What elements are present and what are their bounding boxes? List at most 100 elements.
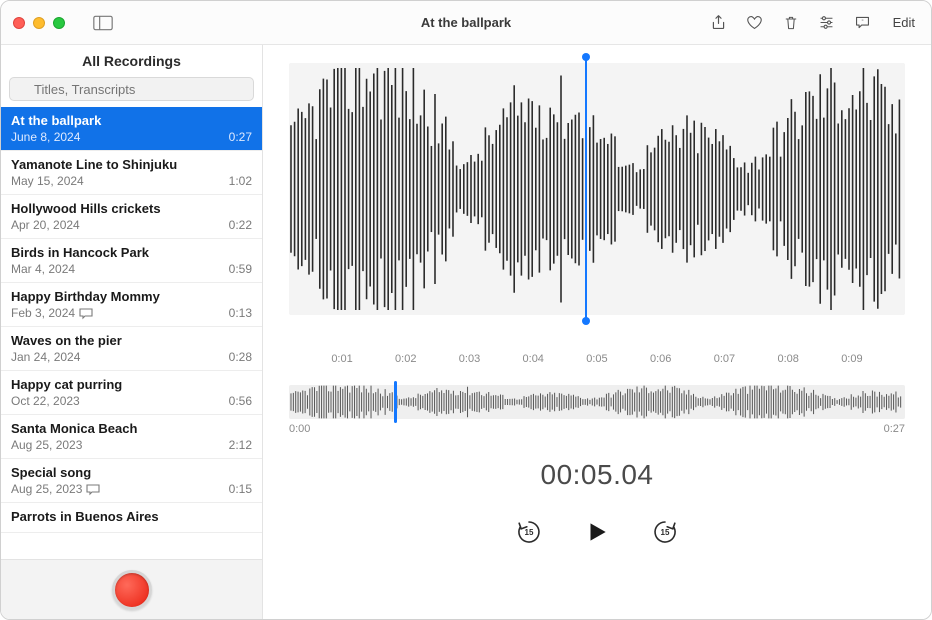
skip-forward-button[interactable]: 15 bbox=[650, 517, 680, 547]
sidebar-toggle-button[interactable] bbox=[91, 13, 115, 33]
play-icon bbox=[584, 519, 610, 545]
sidebar-icon bbox=[93, 15, 113, 31]
recording-title: At the ballpark bbox=[11, 113, 252, 128]
recording-item[interactable]: Hollywood Hills crickets Apr 20, 2024 0:22 bbox=[1, 195, 262, 239]
recording-title: Parrots in Buenos Aires bbox=[11, 509, 252, 524]
recording-title: Special song bbox=[11, 465, 252, 480]
record-button[interactable] bbox=[112, 570, 152, 610]
recording-duration: 0:22 bbox=[229, 218, 252, 232]
recording-title: Santa Monica Beach bbox=[11, 421, 252, 436]
settings-button[interactable] bbox=[817, 13, 837, 33]
record-bar bbox=[1, 559, 262, 619]
skip-back-button[interactable]: 15 bbox=[514, 517, 544, 547]
recording-date: May 15, 2024 bbox=[11, 174, 84, 188]
overview-end-label: 0:27 bbox=[884, 423, 905, 435]
editor-panel: 0:01 0:02 0:03 0:04 0:05 0:06 0:07 0:08 0:09 0:0… bbox=[263, 45, 931, 619]
recording-meta: Aug 25, 2023 0:15 bbox=[11, 482, 252, 496]
skip-forward-seconds: 15 bbox=[650, 528, 680, 537]
timeline-tick: 0:05 bbox=[586, 353, 607, 365]
recording-date: Aug 25, 2023 bbox=[11, 482, 100, 496]
recording-meta: Apr 20, 2024 0:22 bbox=[11, 218, 252, 232]
sidebar: All Recordings At the ballpark June 8, 20… bbox=[1, 45, 263, 619]
sliders-icon bbox=[818, 14, 835, 31]
playhead-overview[interactable] bbox=[394, 381, 397, 423]
fullscreen-window-button[interactable] bbox=[53, 17, 65, 29]
timeline-tick: 0:09 bbox=[841, 353, 862, 365]
speech-bubble-icon: " bbox=[854, 14, 871, 31]
window-controls bbox=[13, 17, 83, 29]
minimize-window-button[interactable] bbox=[33, 17, 45, 29]
search-wrap bbox=[1, 77, 262, 107]
heart-icon bbox=[746, 14, 763, 31]
recording-date: Oct 22, 2023 bbox=[11, 394, 80, 408]
playhead-large[interactable] bbox=[585, 57, 587, 321]
recording-duration: 0:27 bbox=[229, 130, 252, 144]
recording-duration: 1:02 bbox=[229, 174, 252, 188]
recording-meta: Jan 24, 20240:28 bbox=[11, 350, 252, 364]
transcript-button[interactable]: " bbox=[853, 13, 873, 33]
recording-meta: June 8, 2024 0:27 bbox=[11, 130, 252, 144]
timecode-display: 00:05.04 bbox=[263, 459, 931, 491]
trash-icon bbox=[783, 15, 799, 31]
transcript-badge-icon bbox=[86, 484, 100, 496]
toolbar: " Edit bbox=[709, 13, 919, 33]
timeline-tick: 0:01 bbox=[331, 353, 352, 365]
waveform-overview-container bbox=[289, 385, 905, 419]
recording-meta: Oct 22, 2023 0:56 bbox=[11, 394, 252, 408]
recording-duration: 0:15 bbox=[229, 482, 252, 496]
favorite-button[interactable] bbox=[745, 13, 765, 33]
recording-meta: Mar 4, 2024 0:59 bbox=[11, 262, 252, 276]
close-window-button[interactable] bbox=[13, 17, 25, 29]
timeline-tick: 0:04 bbox=[523, 353, 544, 365]
timeline-tick: 0:03 bbox=[459, 353, 480, 365]
waveform-overview[interactable] bbox=[289, 385, 905, 419]
recording-title: Happy Birthday Mommy bbox=[11, 289, 252, 304]
body: All Recordings At the ballpark June 8, 20… bbox=[1, 45, 931, 619]
timeline-tick: 0:07 bbox=[714, 353, 735, 365]
recording-item[interactable]: Parrots in Buenos Aires bbox=[1, 503, 262, 533]
recording-item[interactable]: Santa Monica Beach Aug 25, 20232:12 bbox=[1, 415, 262, 459]
timeline-tick: 0:08 bbox=[777, 353, 798, 365]
share-button[interactable] bbox=[709, 13, 729, 33]
recording-date: June 8, 2024 bbox=[11, 130, 80, 144]
recording-date: Feb 3, 2024 bbox=[11, 306, 93, 320]
titlebar: At the ballpark " Edit bbox=[1, 1, 931, 45]
recording-duration: 0:56 bbox=[229, 394, 252, 408]
share-icon bbox=[710, 14, 727, 31]
recording-title: Happy cat purring bbox=[11, 377, 252, 392]
recording-item[interactable]: Waves on the pier Jan 24, 20240:28 bbox=[1, 327, 262, 371]
waveform-large-container bbox=[263, 45, 931, 347]
recording-item[interactable]: Happy Birthday Mommy Feb 3, 2024 0:13 bbox=[1, 283, 262, 327]
recording-item[interactable]: At the ballpark June 8, 2024 0:27 bbox=[1, 107, 262, 151]
recording-title: Waves on the pier bbox=[11, 333, 252, 348]
recording-title: Yamanote Line to Shinjuku bbox=[11, 157, 252, 172]
recording-item[interactable]: Happy cat purring Oct 22, 2023 0:56 bbox=[1, 371, 262, 415]
edit-button[interactable]: Edit bbox=[889, 15, 919, 30]
recording-duration: 0:13 bbox=[229, 306, 252, 320]
play-button[interactable] bbox=[580, 515, 614, 549]
recording-meta: Aug 25, 20232:12 bbox=[11, 438, 252, 452]
waveform-large[interactable] bbox=[289, 63, 905, 315]
timeline-tick: 0:06 bbox=[650, 353, 671, 365]
svg-text:": " bbox=[862, 19, 864, 25]
recordings-list: At the ballpark June 8, 2024 0:27 Yamanote … bbox=[1, 107, 262, 559]
recording-date: Apr 20, 2024 bbox=[11, 218, 80, 232]
timeline-overview: 0:00 0:27 bbox=[289, 423, 905, 435]
recording-meta: Feb 3, 2024 0:13 bbox=[11, 306, 252, 320]
recording-date: Mar 4, 2024 bbox=[11, 262, 75, 276]
sidebar-header: All Recordings bbox=[1, 45, 262, 77]
recording-item[interactable]: Yamanote Line to Shinjuku May 15, 2024 1:0… bbox=[1, 151, 262, 195]
transcript-badge-icon bbox=[79, 308, 93, 320]
recording-duration: 0:28 bbox=[229, 350, 252, 364]
recording-title: Hollywood Hills crickets bbox=[11, 201, 252, 216]
search-input[interactable] bbox=[9, 77, 254, 101]
overview-start-label: 0:00 bbox=[289, 423, 310, 435]
recording-item[interactable]: Birds in Hancock ParkMar 4, 20240:59 bbox=[1, 239, 262, 283]
recording-date: Aug 25, 2023 bbox=[11, 438, 82, 452]
playback-controls: 15 15 bbox=[263, 515, 931, 549]
skip-back-seconds: 15 bbox=[514, 528, 544, 537]
recording-duration: 0:59 bbox=[229, 262, 252, 276]
recording-item[interactable]: Special song Aug 25, 2023 0:15 bbox=[1, 459, 262, 503]
timeline-tick: 0:02 bbox=[395, 353, 416, 365]
delete-button[interactable] bbox=[781, 13, 801, 33]
